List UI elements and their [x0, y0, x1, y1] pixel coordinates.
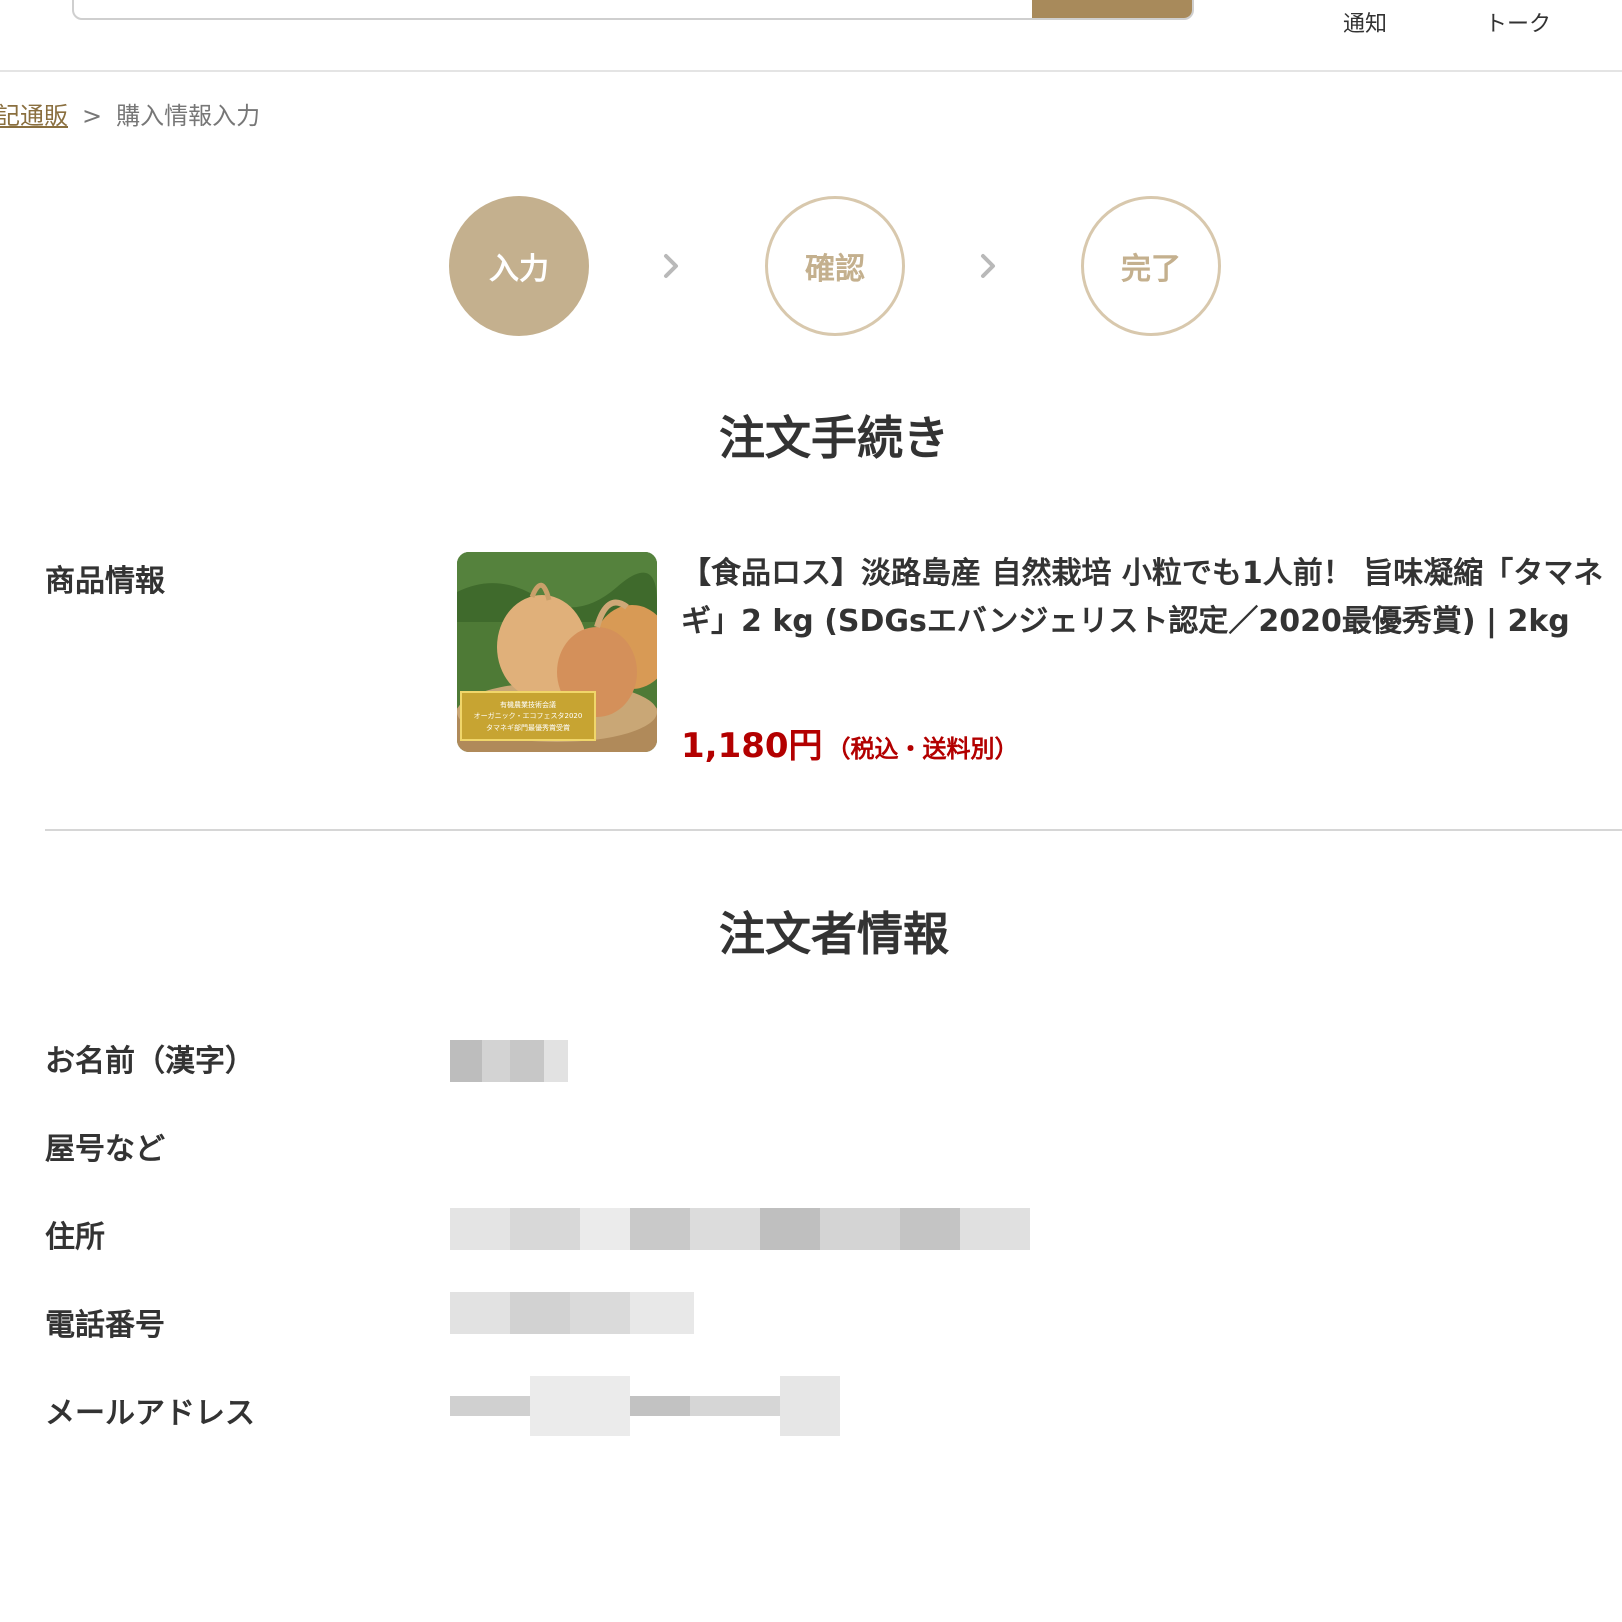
- masked-phone-value: [450, 1292, 694, 1334]
- step-confirm: 確認: [765, 196, 905, 336]
- product-info-label: 商品情報: [45, 564, 165, 599]
- badge-line-3: タマネギ部門最優秀賞受賞: [486, 723, 570, 732]
- step-complete-label: 完了: [1121, 252, 1181, 287]
- onion-basket-illustration: 有機農業技術会議 オーガニック・エコフェスタ2020 タマネギ部門最優秀賞受賞: [457, 552, 657, 752]
- product-price: 1,180円 （税込・送料別）: [681, 718, 1019, 767]
- field-label-email: メールアドレス: [45, 1396, 255, 1431]
- price-note: （税込・送料別）: [826, 735, 1019, 763]
- step-input: 入力: [449, 196, 589, 336]
- breadcrumb: 記通販 > 購入情報入力: [0, 96, 260, 131]
- chevron-right-icon: [664, 254, 678, 278]
- price-amount: 1,180円: [681, 726, 823, 766]
- step-confirm-label: 確認: [805, 252, 865, 287]
- badge-line-1: 有機農業技術会議: [500, 700, 556, 709]
- masked-email-value: [450, 1376, 840, 1436]
- breadcrumb-separator: >: [82, 102, 103, 130]
- search-input[interactable]: [74, 0, 1034, 18]
- field-label-trade-name: 屋号など: [45, 1132, 165, 1167]
- step-complete: 完了: [1081, 196, 1221, 336]
- site-header: 通知 トーク: [0, 0, 1622, 72]
- search-box: [72, 0, 1194, 20]
- search-button[interactable]: [1032, 0, 1192, 18]
- section-divider: [45, 829, 1622, 831]
- field-label-name: お名前（漢字）: [45, 1044, 255, 1079]
- product-name: 【食品ロス】淡路島産 自然栽培 小粒でも1人前！ 旨味凝縮「タマネギ」2 kg …: [681, 556, 1604, 639]
- nav-notify-link[interactable]: 通知: [1343, 6, 1387, 38]
- breadcrumb-current: 購入情報入力: [116, 102, 261, 130]
- field-label-phone: 電話番号: [45, 1308, 165, 1343]
- masked-address-value: [450, 1208, 1030, 1250]
- field-label-address: 住所: [45, 1220, 105, 1255]
- chevron-right-icon: [981, 254, 995, 278]
- product-image[interactable]: 有機農業技術会議 オーガニック・エコフェスタ2020 タマネギ部門最優秀賞受賞: [457, 552, 657, 752]
- nav-talk-link[interactable]: トーク: [1485, 6, 1551, 38]
- breadcrumb-parent-link[interactable]: 記通販: [0, 102, 68, 130]
- masked-name-value: [450, 1040, 568, 1082]
- order-section-title: 注文手続き: [719, 411, 949, 465]
- badge-line-2: オーガニック・エコフェスタ2020: [474, 711, 583, 720]
- step-input-label: 入力: [489, 252, 549, 287]
- orderer-section-title: 注文者情報: [719, 907, 949, 961]
